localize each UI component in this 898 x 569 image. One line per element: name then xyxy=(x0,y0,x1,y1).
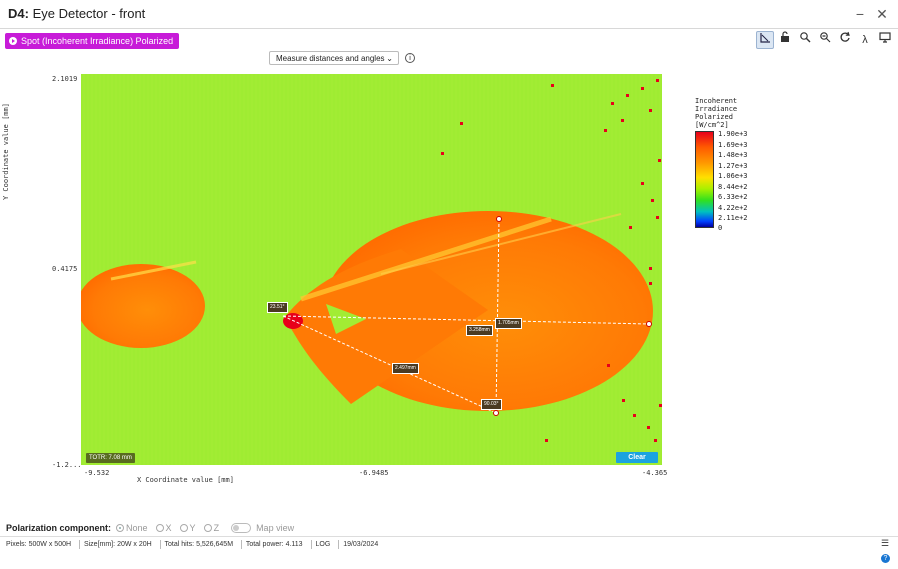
hits-label: Total hits: xyxy=(164,541,195,548)
x-tick-left: -9.532 xyxy=(84,469,110,477)
divider xyxy=(241,539,242,549)
radio-x[interactable]: X xyxy=(155,523,172,533)
menu-icon[interactable]: ☰ xyxy=(881,538,889,549)
help-icon[interactable]: ? xyxy=(881,554,890,563)
legend-value: 4.22e+2 xyxy=(718,204,748,212)
radio-dot xyxy=(155,524,164,532)
detector-id: D4: xyxy=(8,6,29,21)
left-spot xyxy=(81,264,205,348)
zoom-out-icon[interactable] xyxy=(816,31,834,49)
pixels-label: Pixels: xyxy=(6,541,27,548)
power-label: Total power: xyxy=(245,541,284,548)
map-view-toggle[interactable] xyxy=(231,523,252,533)
radio-dot xyxy=(203,524,212,532)
y-tick-top: 2.1019 xyxy=(52,75,78,83)
irradiance-map[interactable]: 23.51° 3.258mm 1.705mm 2.497mm 90.03° xyxy=(81,74,662,465)
size-label: Size[mm]: xyxy=(83,541,116,548)
window-title: D4: Eye Detector - front xyxy=(8,6,145,21)
radio-none[interactable]: None xyxy=(116,523,148,533)
x-tick-mid: -6.9485 xyxy=(359,469,389,477)
plot-toolbar: λ xyxy=(756,31,894,49)
legend-value: 8.44e+2 xyxy=(718,183,748,191)
minimize-button[interactable]: − xyxy=(850,4,870,24)
legend-value: 1.27e+3 xyxy=(718,162,748,170)
play-icon xyxy=(9,37,17,45)
map-view-label: Map view xyxy=(256,523,295,533)
log-badge: LOG xyxy=(315,541,331,548)
polarization-row: Polarization component: None X Y Z Map v… xyxy=(6,521,294,535)
color-scale-bar xyxy=(695,131,714,228)
spot-type-label: Spot (Incoherent Irradiance) Polarized xyxy=(21,36,174,46)
radio-label: Z xyxy=(213,523,220,533)
distance-label-2: 1.705mm xyxy=(495,318,522,329)
divider xyxy=(79,539,80,549)
legend-value: 6.33e+2 xyxy=(718,193,748,201)
zoom-in-icon[interactable] xyxy=(796,31,814,49)
detector-name: Eye Detector - front xyxy=(32,6,146,21)
radio-z[interactable]: Z xyxy=(203,523,220,533)
axes-icon[interactable] xyxy=(756,31,774,49)
size-value: 20W x 20H xyxy=(117,541,152,548)
y-tick-mid: 0.4175 xyxy=(52,265,78,273)
status-bar: Pixels: 500W x 500H Size[mm]: 20W x 20H To… xyxy=(0,536,898,552)
legend-value: 1.06e+3 xyxy=(718,172,748,180)
measure-mode-select[interactable]: Measure distances and angles ⌄ xyxy=(269,51,399,65)
legend-title-line: [W/cm^2] xyxy=(695,121,729,129)
radio-dot xyxy=(116,524,125,532)
legend-value: 0 xyxy=(718,224,723,232)
power-value: 4.113 xyxy=(285,541,303,548)
x-tick-right: -4.365 xyxy=(642,469,668,477)
divider xyxy=(310,539,312,549)
divider xyxy=(338,539,340,549)
legend-value: 1.90e+3 xyxy=(718,130,748,138)
spot-type-chip[interactable]: Spot (Incoherent Irradiance) Polarized xyxy=(5,33,180,49)
legend-value: 1.69e+3 xyxy=(718,141,748,149)
distance-label-1: 3.258mm xyxy=(466,325,493,336)
legend-value: 2.11e+2 xyxy=(718,214,748,222)
info-icon[interactable]: i xyxy=(405,53,415,63)
legend-title: Incoherent Irradiance Polarized [W/cm^2] xyxy=(695,97,755,129)
y-axis-label: Y Coordinate value [mm] xyxy=(2,103,10,200)
y-tick-bottom: -1.2... xyxy=(52,461,82,469)
clear-button[interactable]: Clear xyxy=(616,452,658,463)
radio-label: Y xyxy=(189,523,196,533)
lambda-icon[interactable]: λ xyxy=(856,31,874,49)
angle-label-2: 90.03° xyxy=(481,399,502,410)
distance-label-3: 2.497mm xyxy=(392,363,419,374)
radio-y[interactable]: Y xyxy=(179,523,196,533)
legend-value: 1.48e+3 xyxy=(718,151,748,159)
radio-label: None xyxy=(126,523,148,533)
totr-badge: TOTR: 7.08 mm xyxy=(86,453,135,463)
pixels-value: 500W x 500H xyxy=(28,541,72,548)
close-button[interactable]: ✕ xyxy=(872,4,892,24)
radio-dot xyxy=(179,524,188,532)
legend-title-line: Polarized xyxy=(695,113,733,121)
divider xyxy=(159,539,161,549)
legend-title-line: Irradiance xyxy=(695,105,738,113)
title-bar: D4: Eye Detector - front − ✕ xyxy=(0,0,898,29)
lock-icon[interactable] xyxy=(776,31,794,49)
polarization-label: Polarization component: xyxy=(6,523,112,533)
radio-label: X xyxy=(165,523,172,533)
x-axis-label: X Coordinate value [mm] xyxy=(137,476,234,484)
hits-value: 5,526,645M xyxy=(196,541,234,548)
refresh-icon[interactable] xyxy=(836,31,854,49)
chevron-down-icon: ⌄ xyxy=(386,54,393,63)
measure-mode-value: Measure distances and angles xyxy=(276,54,385,63)
legend-title-line: Incoherent xyxy=(695,97,738,105)
date-value: 19/03/2024 xyxy=(343,541,379,548)
monitor-icon[interactable] xyxy=(876,31,894,49)
angle-label-1: 23.51° xyxy=(267,302,288,313)
